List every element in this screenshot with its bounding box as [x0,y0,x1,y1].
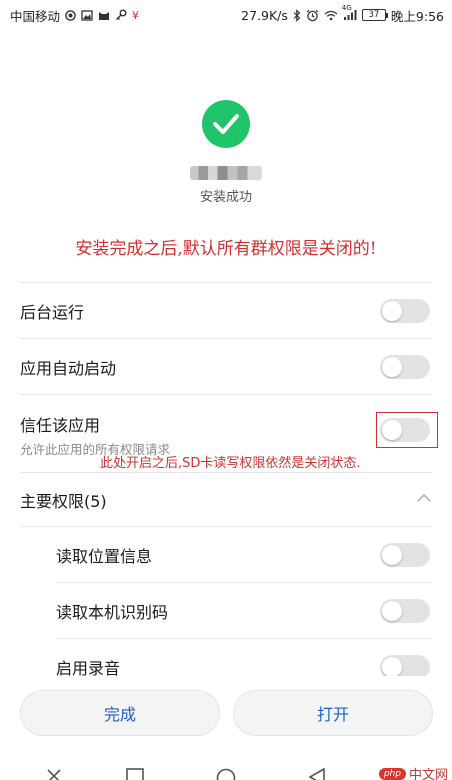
watermark-badge: php [378,767,406,780]
install-status-text: 安装成功 [199,190,252,205]
location-permission-toggle[interactable] [380,543,430,567]
annotation-default-permissions: 安装完成之后,默认所有群权限是关闭的! [75,239,377,259]
currency-mark: ¥ [132,8,140,22]
done-button[interactable]: 完成 [20,690,220,736]
permission-label: 读取位置信息 [56,547,153,566]
carrier-name: 中国移动 [10,8,61,24]
toggle-knob [382,545,402,565]
background-run-toggle[interactable] [380,299,430,323]
auto-start-toggle[interactable] [380,355,430,379]
divider [20,338,432,339]
divider [56,582,432,583]
toggle-knob [382,657,402,677]
cat-icon [98,10,110,21]
setting-auto-start[interactable]: 应用自动启动 [0,340,452,394]
app-name-blurred [190,166,262,180]
toggle-knob [382,357,402,377]
signal-label: 4G [341,4,352,12]
divider [20,526,432,527]
bluetooth-icon [293,8,301,22]
permission-item-location[interactable]: 读取位置信息 [0,528,452,582]
network-speed: 27.9K/s [241,7,288,23]
setting-label: 应用自动启动 [20,359,117,378]
annotation-highlight-box [376,412,438,448]
site-watermark: php 中文网 [378,764,448,780]
record-icon [65,9,76,21]
open-button[interactable]: 打开 [233,690,433,736]
annotation-sd-card-note: 此处开启之后,SD卡读写权限依然是关闭状态. [100,456,361,471]
back-icon[interactable] [308,767,326,780]
signal-icon: 4G [342,4,357,21]
permission-label: 读取本机识别码 [56,603,169,622]
divider [20,282,432,283]
success-check-icon [202,100,250,148]
divider [20,472,432,473]
status-bar: 中国移动 ¥ 27.9K/s 4G 37 晚上9:56 [0,0,452,30]
setting-background-run[interactable]: 后台运行 [0,284,452,338]
alarm-icon [306,9,319,22]
home-icon[interactable] [216,768,236,780]
chevron-up-icon[interactable] [416,490,432,506]
clock: 晚上9:56 [390,8,444,24]
section-title: 主要权限(5) [20,492,107,511]
recent-apps-icon[interactable] [126,768,144,780]
gallery-icon [81,9,93,21]
toggle-knob [382,601,402,621]
battery-level: 37 [368,9,380,20]
wifi-icon [324,10,338,21]
setting-label: 后台运行 [20,303,85,322]
device-id-permission-toggle[interactable] [380,599,430,623]
key-icon [115,9,127,21]
divider [56,638,432,639]
main-permissions-header[interactable]: 主要权限(5) [0,474,452,526]
toggle-knob [382,301,402,321]
watermark-text: 中文网 [408,768,448,780]
divider [20,394,432,395]
battery-indicator: 37 [361,9,389,21]
install-result: 安装成功 [0,100,452,205]
permission-item-device-id[interactable]: 读取本机识别码 [0,584,452,638]
setting-label: 信任该应用 [20,416,101,435]
close-icon[interactable] [46,768,62,780]
